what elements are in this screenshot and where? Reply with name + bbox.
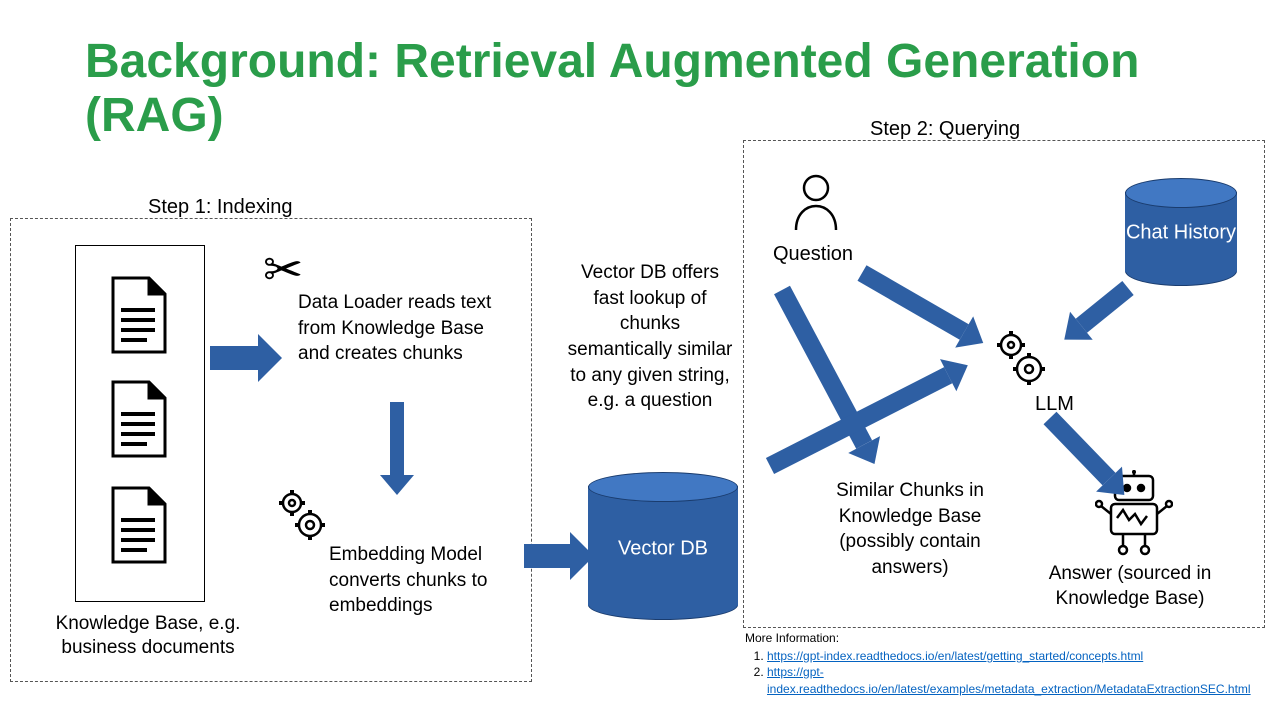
more-info-link-1[interactable]: https://gpt-index.readthedocs.io/en/late… xyxy=(767,649,1143,663)
vectordb-label: Vector DB xyxy=(588,536,738,560)
chat-history-label: Chat History xyxy=(1125,220,1237,244)
arrow-icon xyxy=(210,346,260,370)
vectordb-note: Vector DB offers fast lookup of chunks s… xyxy=(565,260,735,414)
data-loader-text: Data Loader reads text from Knowledge Ba… xyxy=(298,290,498,367)
embedding-text: Embedding Model converts chunks to embed… xyxy=(329,542,529,619)
gears-icon xyxy=(270,485,330,545)
chunks-text: Similar Chunks in Knowledge Base (possib… xyxy=(815,478,1005,581)
more-info: More Information: https://gpt-index.read… xyxy=(745,630,1265,697)
kb-caption: Knowledge Base, e.g. business documents xyxy=(48,612,248,660)
arrow-icon xyxy=(390,402,404,477)
slide-title: Background: Retrieval Augmented Generati… xyxy=(85,35,1280,143)
question-label: Question xyxy=(773,243,853,266)
vectordb-cylinder: Vector DB xyxy=(588,472,738,620)
chat-history-cylinder: Chat History xyxy=(1125,178,1237,286)
more-info-link-2[interactable]: https://gpt-index.readthedocs.io/en/late… xyxy=(767,665,1251,695)
step2-label: Step 2: Querying xyxy=(870,118,1020,141)
document-icon xyxy=(107,380,171,458)
answer-text: Answer (sourced in Knowledge Base) xyxy=(1025,562,1235,611)
gears-icon xyxy=(985,325,1051,391)
step1-label: Step 1: Indexing xyxy=(148,196,293,219)
more-info-header: More Information: xyxy=(745,631,839,645)
arrow-icon xyxy=(524,544,572,568)
scissors-icon: ✂ xyxy=(263,247,303,295)
document-icon xyxy=(107,486,171,564)
person-icon xyxy=(790,172,842,232)
document-icon xyxy=(107,276,171,354)
